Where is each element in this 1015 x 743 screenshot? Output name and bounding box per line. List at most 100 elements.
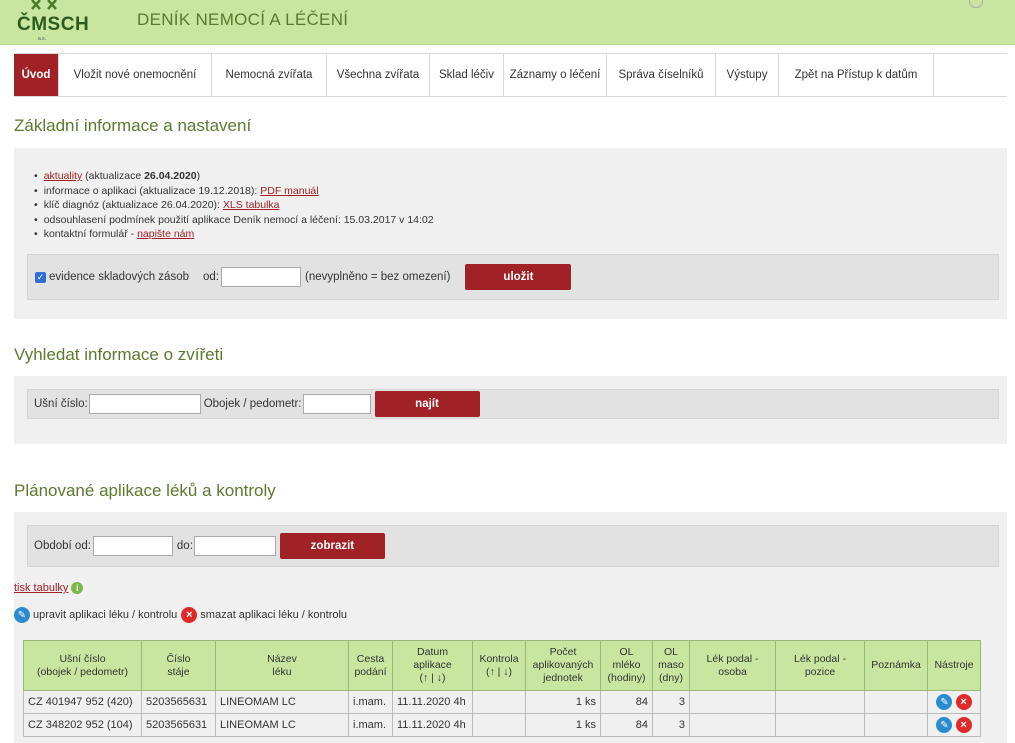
ear-number-input[interactable]	[88, 394, 201, 414]
collar-label: Obojek / pedometr:	[203, 398, 302, 410]
col-check[interactable]: Kontrola (↑ | ↓)	[472, 640, 526, 691]
cell-milk: 84	[600, 690, 653, 714]
sort-icon[interactable]: (↑ | ↓)	[486, 666, 512, 678]
col-route[interactable]: Cesta podání	[348, 640, 393, 691]
main-nav: Úvod Vložit nové onemocnění Nemocná zvíř…	[14, 53, 1007, 97]
app-info-text: informace o aplikaci (aktualizace 19.12.…	[43, 184, 258, 197]
col-ear-l1: Ušní číslo	[59, 652, 106, 665]
stock-checkbox[interactable]: ✓	[35, 271, 46, 283]
planned-table: Ušní číslo (obojek / pedometr) Číslo stáje…	[23, 640, 981, 737]
col-drug-l1: Název	[267, 652, 297, 665]
app-header: ČMSCH a.s. DENÍK NEMOCÍ A LÉČENÍ	[0, 0, 1015, 45]
cell-tools: ✎ ×	[927, 713, 981, 737]
table-header-row: Ušní číslo (obojek / pedometr) Číslo stáje…	[23, 640, 981, 691]
col-position[interactable]: Lék podal - pozice	[775, 640, 865, 691]
tab-drug-stock[interactable]: Sklad léčiv	[430, 54, 504, 96]
cell-ear[interactable]: CZ 401947 952 (420)	[23, 690, 142, 714]
ear-label: Ušní číslo:	[34, 398, 88, 410]
tab-uvod[interactable]: Úvod	[14, 54, 59, 96]
cell-person	[689, 713, 776, 737]
cell-note	[864, 690, 928, 714]
col-ear[interactable]: Ušní číslo (obojek / pedometr)	[23, 640, 142, 691]
news-note: (aktualizace	[85, 170, 145, 182]
table-row: CZ 348202 952 (104) 5203565631 LINEOMAM …	[23, 713, 981, 737]
tab-sick-animals[interactable]: Nemocná zvířata	[212, 54, 327, 96]
delete-x-icon[interactable]: ×	[955, 693, 972, 710]
cell-milk: 84	[600, 713, 653, 737]
col-date[interactable]: Datum aplikace (↑ | ↓)	[392, 640, 473, 691]
col-note[interactable]: Poznámka	[864, 640, 928, 691]
find-button[interactable]: najít	[374, 391, 480, 417]
basic-info-panel: aktuality (aktualizace 26.04.2020) infor…	[14, 148, 1007, 319]
cell-check	[472, 690, 526, 714]
tab-treatment-records[interactable]: Záznamy o léčení	[504, 54, 607, 96]
cell-route: i.mam.	[348, 690, 393, 714]
pencil-icon: ✎	[14, 607, 30, 623]
logo[interactable]: ČMSCH	[17, 14, 89, 36]
planned-title: Plánované aplikace léků a kontroly	[14, 481, 276, 500]
cell-date: 11.11.2020 4h	[392, 690, 473, 714]
contact-link[interactable]: napište nám	[137, 228, 194, 240]
period-to-input[interactable]	[193, 536, 276, 556]
from-note: (nevyplněno = bez omezení)	[305, 271, 451, 283]
pdf-manual-link[interactable]: PDF manuál	[260, 185, 318, 197]
sort-icon[interactable]: (↑ | ↓)	[419, 672, 445, 684]
info-icon[interactable]: i	[71, 582, 84, 594]
logo-mark-icon	[31, 0, 57, 10]
list-item: informace o aplikaci (aktualizace 19.12.…	[28, 184, 434, 199]
period-from-label: Období od:	[34, 540, 91, 552]
news-date: 26.04.2020	[144, 170, 197, 182]
tab-back-to-data-access[interactable]: Zpět na Přístup k datům	[779, 54, 934, 96]
col-ear-l2: (obojek / pedometr)	[36, 665, 129, 678]
col-stable[interactable]: Číslo stáje	[141, 640, 216, 691]
list-item: aktuality (aktualizace 26.04.2020)	[28, 169, 434, 184]
col-milk[interactable]: OL mléko (hodiny)	[600, 640, 653, 691]
print-table-link[interactable]: tisk tabulky	[14, 582, 68, 594]
info-list: aktuality (aktualizace 26.04.2020) infor…	[28, 169, 434, 242]
list-item: kontaktní formulář - napište nám	[28, 227, 434, 242]
from-label: od:	[203, 271, 219, 283]
cell-person	[689, 690, 776, 714]
save-button[interactable]: uložit	[465, 264, 572, 290]
edit-pencil-icon[interactable]: ✎	[936, 717, 953, 734]
contact-text: kontaktní formulář -	[43, 228, 135, 240]
period-to-label: do:	[176, 540, 193, 552]
col-drug[interactable]: Název léku	[215, 640, 349, 691]
cell-drug: LINEOMAM LC	[215, 690, 349, 714]
col-stable-l2: stáje	[167, 665, 190, 678]
cell-ear[interactable]: CZ 348202 952 (104)	[23, 713, 142, 737]
tab-codebooks[interactable]: Správa číselníků	[607, 54, 716, 96]
col-units-l2: aplikovaných	[532, 659, 594, 671]
cell-meat: 3	[652, 713, 690, 737]
edit-legend: upravit aplikaci léku / kontrolu	[33, 609, 178, 621]
col-units-l1: Počet	[549, 646, 577, 658]
tab-outputs[interactable]: Výstupy	[716, 54, 779, 96]
search-panel: Ušní číslo: Obojek / pedometr: najít	[14, 376, 1007, 444]
diagnosis-key-text: klíč diagnóz (aktualizace 26.04.2020):	[43, 199, 220, 211]
cell-route: i.mam.	[348, 713, 393, 737]
xls-table-link[interactable]: XLS tabulka	[223, 199, 280, 211]
cell-meat: 3	[652, 690, 690, 714]
news-link[interactable]: aktuality	[44, 170, 83, 182]
cell-position	[775, 690, 865, 714]
cell-position	[775, 713, 865, 737]
cell-note	[864, 713, 928, 737]
col-person[interactable]: Lék podal - osoba	[689, 640, 776, 691]
user-icon[interactable]	[969, 0, 983, 8]
col-units[interactable]: Počet aplikovaných jednotek	[525, 640, 601, 691]
delete-x-icon[interactable]: ×	[955, 716, 972, 733]
cell-stable: 5203565631	[141, 713, 216, 737]
col-meat-l2: maso	[658, 659, 684, 671]
stock-settings-row: ✓ evidence skladových zásob od: (nevypln…	[27, 254, 999, 300]
tab-all-animals[interactable]: Všechna zvířata	[327, 54, 430, 96]
show-button[interactable]: zobrazit	[279, 533, 385, 559]
collar-input[interactable]	[302, 394, 371, 414]
col-meat[interactable]: OL maso (dny)	[652, 640, 690, 691]
col-date-l2: aplikace	[413, 659, 452, 671]
search-title: Vyhledat informace o zvířeti	[14, 345, 224, 364]
edit-pencil-icon[interactable]: ✎	[936, 694, 953, 711]
delete-legend: smazat aplikaci léku / kontrolu	[200, 609, 348, 621]
period-from-input[interactable]	[92, 536, 173, 556]
tab-new-disease[interactable]: Vložit nové onemocnění	[59, 54, 212, 96]
stock-from-input[interactable]	[221, 267, 301, 287]
